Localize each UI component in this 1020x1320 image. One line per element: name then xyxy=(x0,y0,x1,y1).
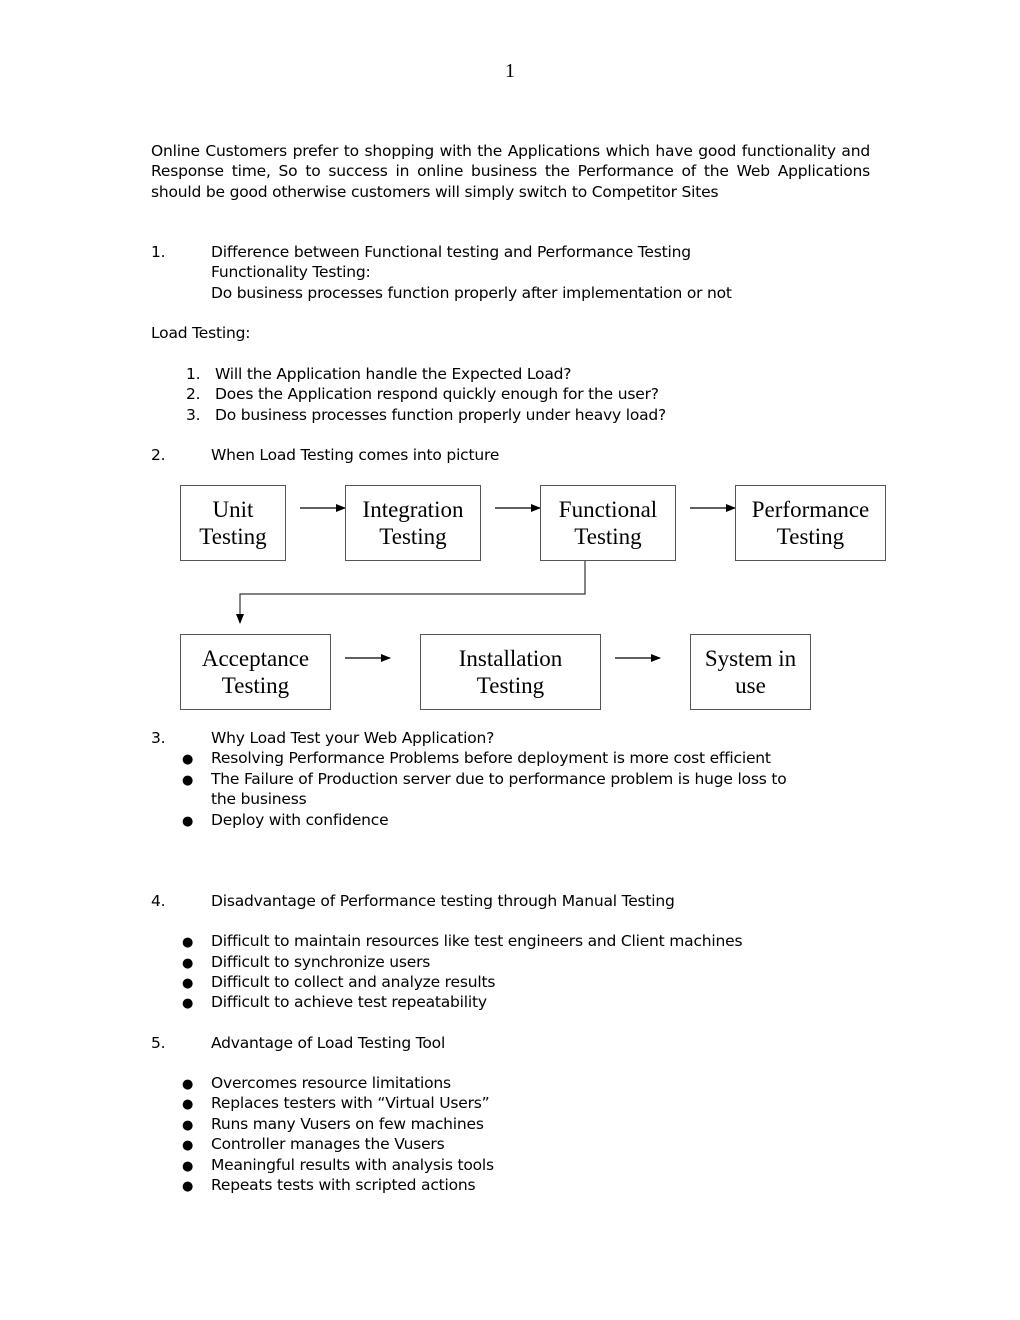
bullet-icon: ● xyxy=(182,996,194,1011)
box-label: Integration xyxy=(362,497,464,522)
bullet-item: Controller manages the Vusers xyxy=(211,1135,445,1153)
bullet-item: Repeats tests with scripted actions xyxy=(211,1176,476,1194)
bullet-item-continued: the business xyxy=(211,790,307,808)
bullet-icon: ● xyxy=(182,1077,194,1092)
box-label: Unit xyxy=(212,497,254,522)
box-label: Testing xyxy=(776,524,845,549)
bullet-item: Replaces testers with “Virtual Users” xyxy=(211,1094,490,1112)
box-label: Testing xyxy=(379,524,447,549)
box-label: use xyxy=(735,673,766,698)
section-title: Advantage of Load Testing Tool xyxy=(211,1034,446,1052)
bullet-item: Difficult to achieve test repeatability xyxy=(211,993,487,1011)
bullet-item: Difficult to synchronize users xyxy=(211,953,431,971)
bullet-icon: ● xyxy=(182,814,194,829)
box-label: Testing xyxy=(476,673,545,698)
box-integration-testing: Integration Testing xyxy=(345,485,481,561)
bullet-icon: ● xyxy=(182,1159,194,1174)
box-unit-testing: Unit Testing xyxy=(180,485,286,561)
bullet-item: Resolving Performance Problems before de… xyxy=(211,749,771,767)
section-number: 3. xyxy=(151,729,166,747)
box-label: Installation xyxy=(458,646,563,671)
section-title: Why Load Test your Web Application? xyxy=(211,729,495,747)
box-label: Testing xyxy=(199,524,267,549)
bullet-icon: ● xyxy=(182,773,194,788)
bullet-item: Runs many Vusers on few machines xyxy=(211,1115,484,1133)
bullet-item: The Failure of Production server due to … xyxy=(211,770,787,788)
bullet-icon: ● xyxy=(182,956,194,971)
section-number: 4. xyxy=(151,892,166,910)
section-number: 5. xyxy=(151,1034,166,1052)
bullet-icon: ● xyxy=(182,935,194,950)
bullet-icon: ● xyxy=(182,752,194,767)
bullet-icon: ● xyxy=(182,976,194,991)
box-label: Testing xyxy=(574,524,642,549)
box-functional-testing: Functional Testing xyxy=(540,485,676,561)
box-label: System in xyxy=(704,646,797,671)
bullet-icon: ● xyxy=(182,1118,194,1133)
arrow-functional-to-acceptance xyxy=(236,561,586,624)
box-label: Testing xyxy=(221,673,290,698)
bullet-icon: ● xyxy=(182,1179,194,1194)
bullet-icon: ● xyxy=(182,1097,194,1112)
box-label: Functional xyxy=(558,497,658,522)
box-performance-testing: Performance Testing xyxy=(735,485,886,561)
section-title: Disadvantage of Performance testing thro… xyxy=(211,892,675,910)
box-system-in-use: System in use xyxy=(690,634,811,710)
bullet-item: Difficult to maintain resources like tes… xyxy=(211,932,743,950)
bullet-icon: ● xyxy=(182,1138,194,1153)
box-label: Performance xyxy=(751,497,870,522)
box-label: Acceptance xyxy=(201,646,310,671)
bullet-item: Deploy with confidence xyxy=(211,811,389,829)
box-installation-testing: Installation Testing xyxy=(420,634,601,710)
bullet-item: Difficult to collect and analyze results xyxy=(211,973,496,991)
bullet-item: Overcomes resource limitations xyxy=(211,1074,451,1092)
bullet-item: Meaningful results with analysis tools xyxy=(211,1156,494,1174)
box-acceptance-testing: Acceptance Testing xyxy=(180,634,331,710)
